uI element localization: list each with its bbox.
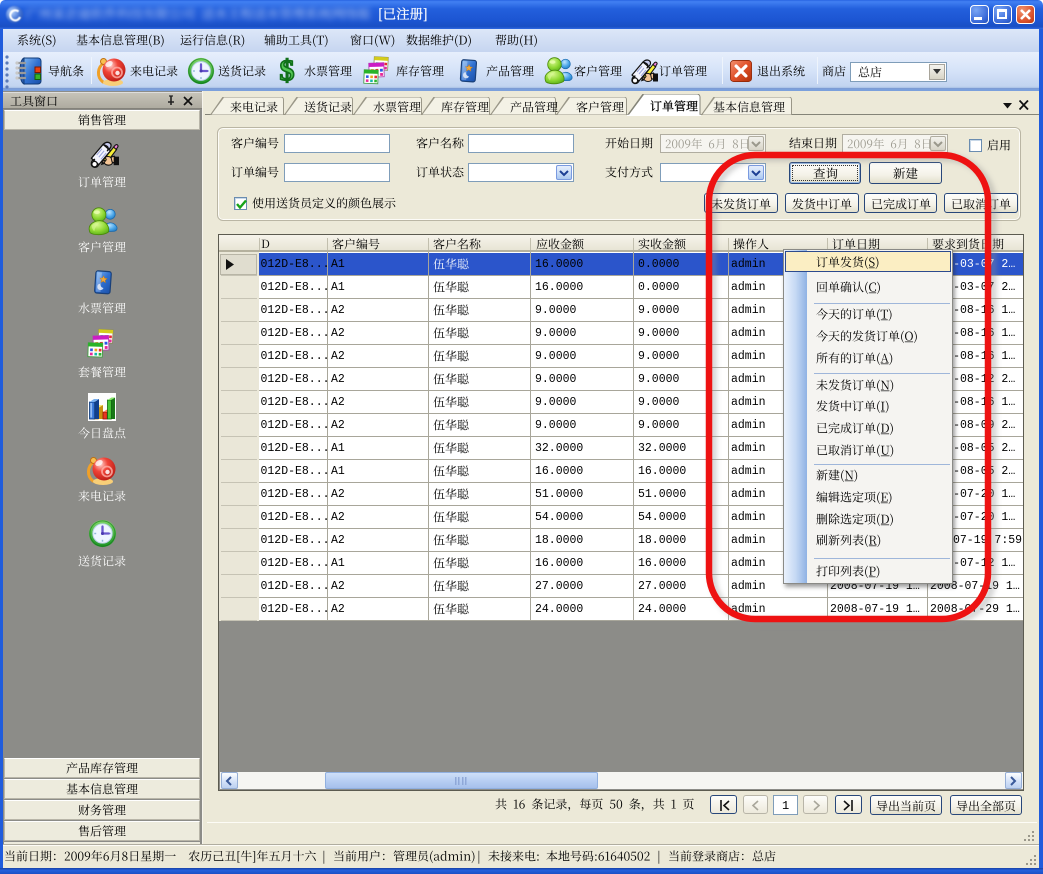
svg-text:$: $ [279,55,294,87]
